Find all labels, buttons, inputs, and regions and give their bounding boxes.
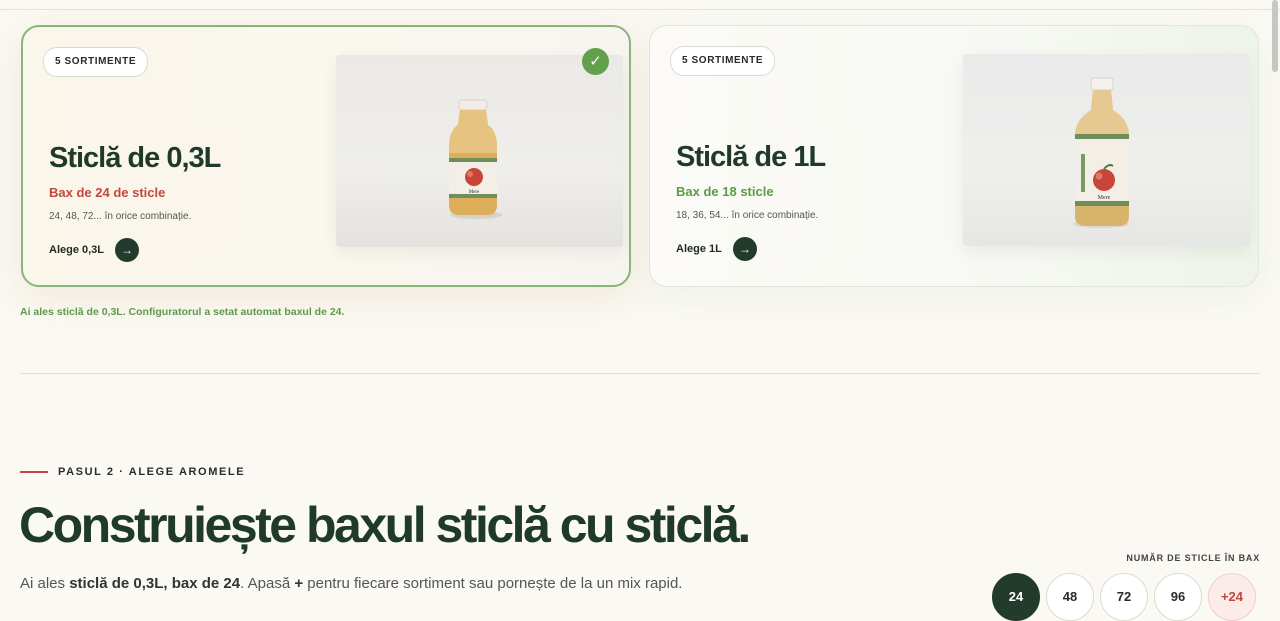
choose-label: Alege 1L [676,243,722,255]
count-option-plus-24[interactable]: +24 [1208,573,1256,621]
lead-plus: + [294,575,304,592]
bottle-0-3l-image: Mere [449,99,502,219]
section-divider [20,373,1260,374]
card-subtitle: Bax de 18 sticle [676,184,774,199]
top-divider [0,9,1280,10]
step-label-text: PASUL 2 · ALEGE AROMELE [58,466,246,478]
bottle-label-text: Mere [1098,195,1111,201]
sortiment-badge: 5 SORTIMENTE [43,47,149,77]
arrow-right-icon[interactable]: → [732,237,757,261]
bottle-label-text: Mere [469,190,480,195]
lead-bold: sticlă de 0,3L, bax de 24 [69,575,241,592]
lead-prefix: Ai ales [20,575,70,592]
selection-message: Ai ales sticlă de 0,3L. Configuratorul a… [20,306,345,318]
lead-suffix: pentru fiecare sortiment sau pornește de… [303,575,683,592]
card-note: 18, 36, 54... în orice combinație. [676,210,819,221]
product-photo-1l: Mere [963,54,1250,246]
count-option-96[interactable]: 96 [1154,573,1202,621]
count-option-24[interactable]: 24 [992,573,1040,621]
choose-0-3l-button[interactable]: Alege 0,3L → [49,238,140,262]
sortiment-badge: 5 SORTIMENTE [670,46,776,76]
page-headline: Construiește baxul sticlă cu sticlă. [19,497,751,553]
card-title: Sticlă de 1L [676,141,826,173]
bottle-count-label: NUMĂR DE STICLE ÎN BAX [1126,553,1260,563]
card-title: Sticlă de 0,3L [49,142,221,174]
count-option-48[interactable]: 48 [1046,573,1094,621]
lead-mid: . Apasă [240,575,295,592]
selected-check-icon: ✓ [582,48,609,75]
count-option-72[interactable]: 72 [1100,573,1148,621]
step-label: PASUL 2 · ALEGE AROMELE [20,466,245,478]
choose-label: Alege 0,3L [49,244,105,256]
bottle-option-card-0-3l[interactable]: 5 SORTIMENTE Mere ✓ Sticlă de 0,3L Bax d… [21,25,631,287]
bottle-option-card-1l[interactable]: 5 SORTIMENTE Mere Sticlă de 1L Bax de 18… [649,25,1259,287]
bottle-1l-image: Mere [1073,77,1129,228]
arrow-right-icon[interactable]: → [115,238,140,262]
product-photo-0-3l: Mere [336,55,623,247]
card-note: 24, 48, 72... în orice combinație. [49,211,192,222]
scrollbar-thumb[interactable] [1272,0,1278,72]
lead-paragraph: Ai ales sticlă de 0,3L, bax de 24. Apasă… [20,573,700,595]
choose-1l-button[interactable]: Alege 1L → [676,237,757,261]
step-dash [20,471,48,473]
card-subtitle: Bax de 24 de sticle [49,185,166,200]
